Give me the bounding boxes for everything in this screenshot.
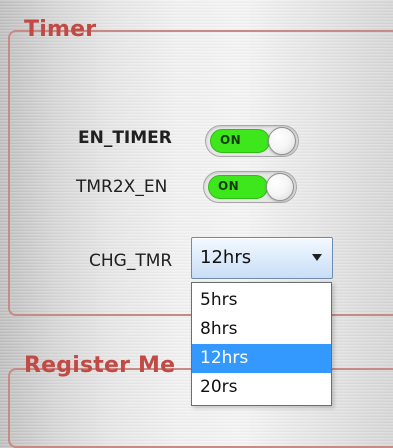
- tmr2x-en-toggle-knob[interactable]: [266, 173, 294, 201]
- tmr2x-en-toggle[interactable]: ON: [203, 171, 297, 203]
- chg-tmr-select[interactable]: 12hrs: [191, 237, 333, 279]
- en-timer-toggle-text: ON: [220, 133, 242, 147]
- en-timer-toggle[interactable]: ON: [205, 125, 299, 157]
- chg-tmr-label: CHG_TMR: [89, 251, 173, 271]
- en-timer-label: EN_TIMER: [78, 128, 172, 148]
- en-timer-toggle-knob[interactable]: [268, 127, 296, 155]
- chevron-down-icon[interactable]: [312, 254, 322, 261]
- chg-tmr-option-20rs[interactable]: 20rs: [192, 373, 331, 402]
- chg-tmr-option-8hrs[interactable]: 8hrs: [192, 315, 331, 344]
- chg-tmr-option-5hrs[interactable]: 5hrs: [192, 286, 331, 315]
- chg-tmr-option-12hrs[interactable]: 12hrs: [192, 344, 331, 373]
- register-group-title: Register Me: [24, 353, 176, 378]
- tmr2x-en-toggle-text: ON: [218, 179, 240, 193]
- chg-tmr-selected-value: 12hrs: [200, 247, 252, 268]
- chg-tmr-dropdown-list: 5hrs 8hrs 12hrs 20rs: [191, 282, 332, 406]
- timer-group-title: Timer: [24, 17, 97, 42]
- tmr2x-en-label: TMR2X_EN: [76, 177, 168, 197]
